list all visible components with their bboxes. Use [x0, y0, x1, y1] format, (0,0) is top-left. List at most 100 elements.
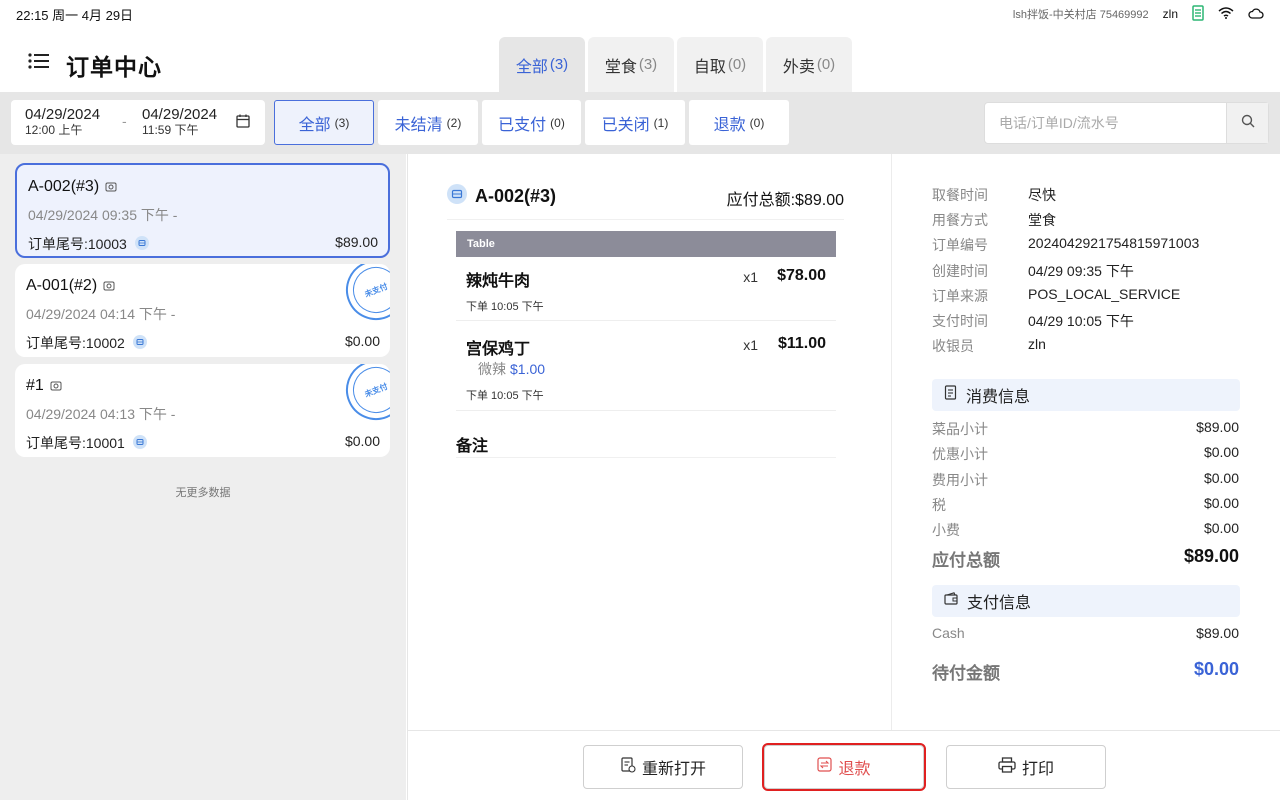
- tab-label: 外卖: [782, 58, 815, 76]
- table-icon: [132, 434, 147, 452]
- item-order-time: 下单 10:05 下午: [466, 390, 544, 402]
- order-amount: $0.00: [344, 433, 380, 449]
- order-type-tabs: 全部 (3) 堂食 (3) 自取 (0) 外卖 (0): [499, 37, 852, 92]
- order-amount: $89.00: [335, 234, 378, 250]
- search-icon: [1241, 114, 1255, 133]
- order-tail-number: 订单尾号:10001: [26, 435, 125, 451]
- tab-label: 未结清: [394, 116, 443, 134]
- refund-button[interactable]: 退款: [762, 743, 926, 791]
- battery-icon: [1192, 4, 1204, 24]
- payment-section-header: 支付信息: [932, 585, 1240, 617]
- print-button[interactable]: 打印: [946, 745, 1106, 789]
- print-label: 打印: [1021, 761, 1054, 778]
- page-title: 订单中心: [66, 54, 162, 80]
- date-range-picker[interactable]: 04/29/2024 12:00 上午 - 04/29/2024 11:59 下…: [11, 100, 265, 145]
- tab-status-closed[interactable]: 已关闭 (1): [585, 100, 685, 145]
- order-tail-number: 订单尾号:10002: [26, 335, 125, 351]
- order-time: 04/29/2024 04:14 下午 -: [26, 306, 176, 322]
- search-input[interactable]: [985, 103, 1225, 143]
- detail-order-number: A-002(#3): [475, 186, 557, 206]
- remark-label: 备注: [456, 426, 836, 458]
- tab-type-pickup[interactable]: 自取 (0): [677, 37, 763, 92]
- modifier-name: 微辣: [478, 361, 506, 377]
- order-card[interactable]: 未支付 A-001(#2) 04/29/2024 04:14 下午 - 订单尾号…: [15, 264, 390, 357]
- item-qty: x1: [743, 269, 758, 285]
- tab-type-dine-in[interactable]: 堂食 (3): [588, 37, 674, 92]
- menu-icon[interactable]: [28, 52, 50, 70]
- tab-status-unsettled[interactable]: 未结清 (2): [378, 100, 478, 145]
- reopen-label: 重新打开: [641, 761, 706, 778]
- tab-status-refund[interactable]: 退款 (0): [689, 100, 789, 145]
- order-title: A-002(#3): [28, 178, 117, 196]
- stamp-text: 未支付: [346, 264, 390, 320]
- due-value: $0.00: [1193, 659, 1239, 679]
- info-label: 订单来源: [932, 288, 988, 304]
- order-tail: 订单尾号:10002: [26, 333, 147, 353]
- end-date: 04/29/2024 11:59 下午: [142, 106, 217, 137]
- cloud-icon: [1248, 7, 1264, 22]
- start-time-value: 12:00 上午: [25, 123, 83, 137]
- calendar-icon[interactable]: [236, 114, 250, 128]
- order-card[interactable]: 未支付 #1 04/29/2024 04:13 下午 - 订单尾号:10001 …: [15, 364, 390, 457]
- reopen-icon: [620, 756, 636, 778]
- amount-label: 税: [932, 497, 946, 513]
- order-tail: 订单尾号:10001: [26, 433, 147, 453]
- info-label: 创建时间: [932, 263, 988, 279]
- amount-label: 费用小计: [932, 472, 988, 488]
- receipt-icon: [944, 385, 958, 405]
- tab-type-delivery[interactable]: 外卖 (0): [766, 37, 852, 92]
- item-order-time: 下单 10:05 下午: [466, 301, 544, 313]
- dine-in-icon: [103, 280, 115, 292]
- refund-icon: [817, 757, 833, 777]
- status-time: 22:15 周一 4月 29日: [16, 7, 134, 23]
- tab-label: 已关闭: [601, 116, 650, 134]
- detail-header: A-002(#3) 应付总额:$89.00: [447, 182, 844, 220]
- info-value: POS_LOCAL_SERVICE: [1028, 286, 1181, 302]
- item-modifier: 微辣 $1.00: [478, 359, 545, 379]
- amount-label: 菜品小计: [932, 421, 988, 437]
- item-price: $11.00: [777, 335, 826, 352]
- order-time: 04/29/2024 09:35 下午 -: [28, 207, 178, 223]
- info-label: 收银员: [932, 338, 974, 354]
- table-header: Table: [456, 231, 836, 257]
- tab-status-paid[interactable]: 已支付 (0): [482, 100, 581, 145]
- info-label: 支付时间: [932, 313, 988, 329]
- amount-label: 小费: [932, 522, 960, 538]
- tab-count: (3): [334, 115, 350, 130]
- unpaid-stamp: 未支付: [336, 364, 390, 430]
- order-title: #1: [26, 377, 62, 395]
- info-value: 堂食: [1028, 212, 1056, 228]
- reopen-button[interactable]: 重新打开: [583, 745, 743, 789]
- end-time-value: 11:59 下午: [142, 123, 199, 137]
- filter-bar: 04/29/2024 12:00 上午 - 04/29/2024 11:59 下…: [0, 92, 1280, 154]
- tab-label: 自取: [693, 58, 726, 76]
- tab-count: (0): [749, 115, 765, 130]
- order-tail: 订单尾号:10003: [28, 234, 149, 254]
- header: 订单中心 全部 (3) 堂食 (3) 自取 (0) 外卖 (0): [0, 28, 1280, 92]
- table-icon: [132, 334, 147, 352]
- amount-label: 优惠小计: [932, 446, 988, 462]
- order-time: 04/29/2024 04:13 下午 -: [26, 406, 176, 422]
- start-date-value: 04/29/2024: [25, 106, 101, 123]
- total-value: $89.00: [1183, 546, 1239, 566]
- tab-label: 已支付: [498, 116, 547, 134]
- status-bar: 22:15 周一 4月 29日 lsh拌饭-中关村店 75469992 zln: [0, 0, 1280, 28]
- order-amount: $0.00: [344, 333, 380, 349]
- amount-value: $0.00: [1203, 444, 1239, 460]
- tab-count: (1): [653, 115, 669, 130]
- tab-status-all[interactable]: 全部 (3): [274, 100, 374, 145]
- order-tail-number: 订单尾号:10003: [28, 236, 127, 252]
- status-tabs: 全部 (3) 未结清 (2) 已支付 (0) 已关闭 (1) 退款 (0): [274, 100, 789, 145]
- search-button[interactable]: [1226, 103, 1268, 143]
- table-icon: [134, 235, 149, 253]
- tab-type-all[interactable]: 全部 (3): [499, 37, 585, 92]
- stamp-text: 未支付: [346, 364, 390, 420]
- order-card[interactable]: A-002(#3) 04/29/2024 09:35 下午 - 订单尾号:100…: [15, 163, 390, 258]
- info-value: 2024042921754815971003: [1028, 235, 1200, 251]
- order-number: A-002(#3): [28, 178, 100, 195]
- item-price: $78.00: [777, 267, 826, 284]
- info-value: 04/29 09:35 下午: [1028, 263, 1134, 279]
- info-label: 取餐时间: [932, 187, 988, 203]
- detail-total: 应付总额:$89.00: [726, 192, 844, 209]
- unpaid-stamp: 未支付: [336, 264, 390, 330]
